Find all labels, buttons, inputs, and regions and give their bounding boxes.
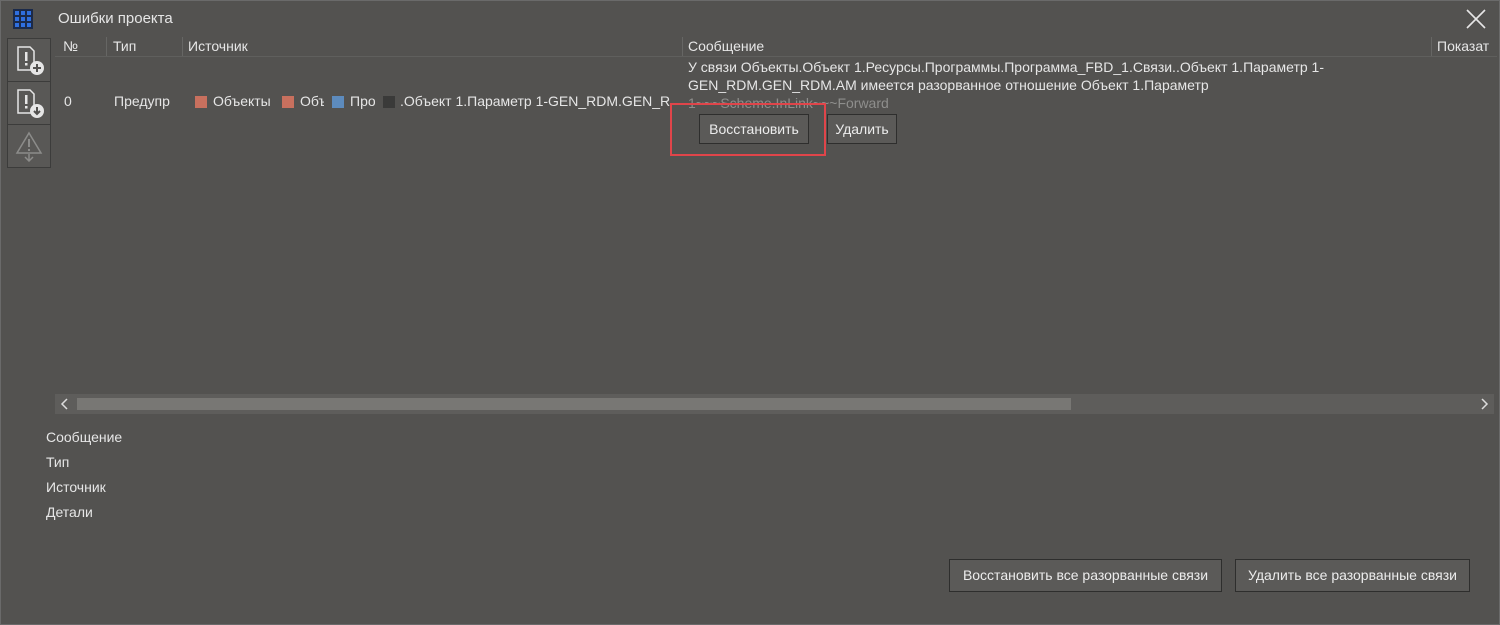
header-num[interactable]: № bbox=[63, 38, 78, 54]
source-chip-1-label: Объекты bbox=[213, 93, 271, 109]
header-type[interactable]: Тип bbox=[113, 38, 136, 54]
source-chip-2-color bbox=[282, 96, 294, 108]
source-chip-4-label: .Объект 1.Параметр 1-GEN_RDM.GEN_R bbox=[400, 93, 670, 109]
download-error-button[interactable] bbox=[7, 81, 51, 125]
scroll-right-icon[interactable] bbox=[1474, 394, 1494, 414]
project-errors-window: Ошибки проекта № Тип Источник Сообщение … bbox=[0, 0, 1500, 625]
source-chip-3-color bbox=[332, 96, 344, 108]
restore-all-button[interactable]: Восстановить все разорванные связи bbox=[949, 559, 1222, 592]
scrollbar-thumb[interactable] bbox=[77, 398, 1071, 410]
header-message[interactable]: Сообщение bbox=[688, 38, 764, 54]
warning-filter-button[interactable] bbox=[7, 124, 51, 168]
scroll-left-icon[interactable] bbox=[55, 394, 75, 414]
detail-details-label: Детали bbox=[46, 504, 93, 520]
message-line-2: GEN_RDM.GEN_RDM.AM имеется разорванное о… bbox=[688, 77, 1209, 93]
delete-all-button[interactable]: Удалить все разорванные связи bbox=[1235, 559, 1470, 592]
horizontal-scrollbar[interactable] bbox=[55, 394, 1494, 414]
grid-app-icon bbox=[13, 9, 33, 29]
source-chip-2-label: Объ bbox=[300, 93, 324, 109]
row-type: Предупр bbox=[114, 93, 170, 109]
add-error-icon bbox=[17, 46, 44, 75]
detail-type-label: Тип bbox=[46, 454, 70, 470]
table-header: № Тип Источник Сообщение Показат bbox=[55, 37, 1497, 57]
add-error-button[interactable] bbox=[7, 38, 51, 82]
source-chip-1-color bbox=[195, 96, 207, 108]
message-line-1: У связи Объекты.Объект 1.Ресурсы.Програм… bbox=[688, 59, 1324, 75]
window-title: Ошибки проекта bbox=[58, 10, 173, 27]
download-error-icon bbox=[17, 89, 44, 118]
row-num: 0 bbox=[64, 93, 72, 109]
header-show[interactable]: Показат bbox=[1437, 38, 1497, 54]
detail-source-label: Источник bbox=[46, 479, 106, 495]
warning-filter-icon bbox=[15, 131, 43, 162]
title-bar: Ошибки проекта bbox=[1, 1, 1500, 37]
delete-button[interactable]: Удалить bbox=[827, 114, 897, 144]
detail-message-label: Сообщение bbox=[46, 429, 123, 445]
header-source[interactable]: Источник bbox=[188, 38, 248, 54]
source-chip-3-label: Про bbox=[350, 93, 375, 109]
close-icon[interactable] bbox=[1464, 7, 1488, 31]
restore-button-highlight bbox=[670, 103, 826, 156]
source-chip-4-color bbox=[383, 96, 395, 108]
